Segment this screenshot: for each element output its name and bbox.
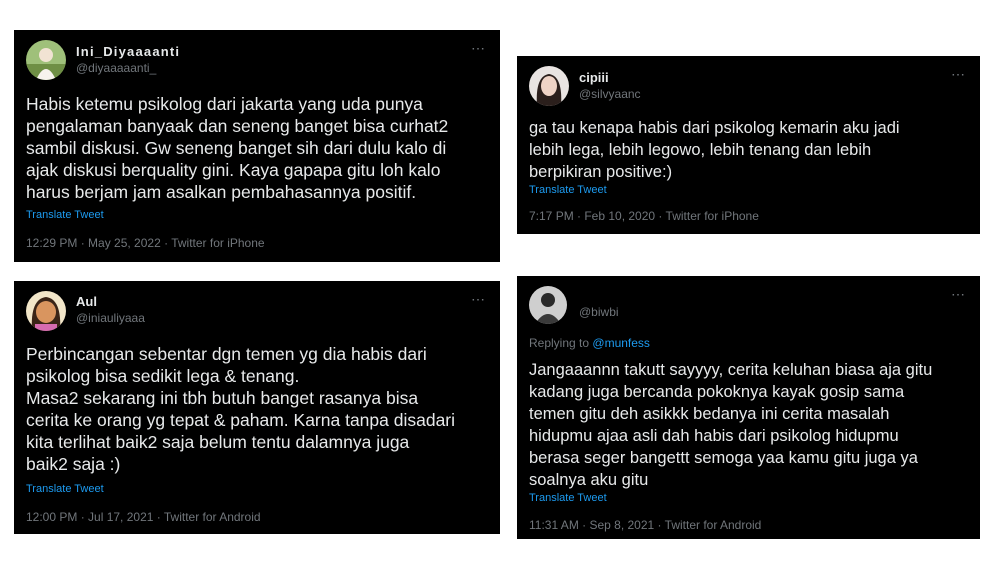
tweet-text: Habis ketemu psikolog dari jakarta yang … <box>26 94 449 202</box>
user-handle[interactable]: @diyaaaaanti_ <box>76 61 156 75</box>
avatar-photo-icon <box>529 66 569 106</box>
tweet-text: Jangaaannn takutt sayyyy, cerita keluhan… <box>529 361 933 489</box>
avatar[interactable] <box>26 291 66 331</box>
tweet-text: ga tau kenapa habis dari psikolog kemari… <box>529 119 900 181</box>
tweet-card-silvyaanc: cipiii @silvyaanc ⋯ ga tau kenapa habis … <box>517 56 980 234</box>
replying-to-label: Replying to <box>529 336 590 350</box>
tweet-card-biwbi: @biwbi ⋯ Replying to @munfess Jangaaannn… <box>517 276 980 539</box>
translate-tweet-link[interactable]: Translate Tweet <box>529 184 607 196</box>
avatar[interactable] <box>26 40 66 80</box>
more-options-icon[interactable]: ⋯ <box>951 66 966 83</box>
avatar-cartoon-icon <box>26 291 66 331</box>
avatar-photo-icon <box>26 40 66 80</box>
display-name[interactable]: Ini_Diyaaaanti <box>76 44 180 59</box>
tweet-timestamp[interactable]: 12:00 PM · Jul 17, 2021 · Twitter for An… <box>26 510 261 524</box>
avatar-photo-icon <box>529 286 567 324</box>
user-handle[interactable]: @iniauliyaaa <box>76 311 145 325</box>
translate-tweet-link[interactable]: Translate Tweet <box>26 483 104 495</box>
translate-tweet-link[interactable]: Translate Tweet <box>529 492 607 504</box>
display-name[interactable]: Aul <box>76 294 97 309</box>
tweet-timestamp[interactable]: 12:29 PM · May 25, 2022 · Twitter for iP… <box>26 236 265 250</box>
more-options-icon[interactable]: ⋯ <box>471 40 486 57</box>
tweet-card-iniauliyaaa: Aul @iniauliyaaa ⋯ Perbincangan sebentar… <box>14 281 500 534</box>
more-options-icon[interactable]: ⋯ <box>951 286 966 303</box>
display-name[interactable]: cipiii <box>579 70 609 85</box>
tweet-card-diyaaaaanti: Ini_Diyaaaanti @diyaaaaanti_ ⋯ Habis ket… <box>14 30 500 262</box>
replying-to: Replying to @munfess <box>529 336 650 350</box>
tweet-timestamp[interactable]: 11:31 AM · Sep 8, 2021 · Twitter for And… <box>529 518 761 532</box>
tweet-timestamp[interactable]: 7:17 PM · Feb 10, 2020 · Twitter for iPh… <box>529 209 759 223</box>
avatar[interactable] <box>529 286 567 324</box>
translate-tweet-link[interactable]: Translate Tweet <box>26 209 104 221</box>
mention-link[interactable]: @munfess <box>592 336 650 350</box>
more-options-icon[interactable]: ⋯ <box>471 291 486 308</box>
user-handle[interactable]: @silvyaanc <box>579 87 641 101</box>
user-handle[interactable]: @biwbi <box>579 305 619 319</box>
tweet-text: Perbincangan sebentar dgn temen yg dia h… <box>26 344 456 474</box>
avatar[interactable] <box>529 66 569 106</box>
